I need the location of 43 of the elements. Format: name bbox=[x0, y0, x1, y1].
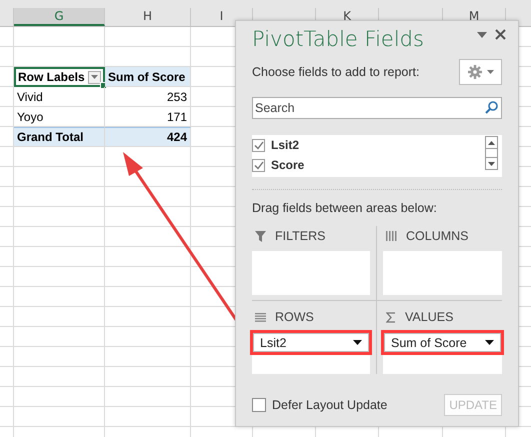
filter-dropdown-button[interactable] bbox=[88, 70, 101, 84]
scroll-thumb[interactable] bbox=[485, 149, 498, 157]
instruction-text: Drag fields between areas below: bbox=[252, 201, 438, 215]
area-label: VALUES bbox=[405, 310, 454, 324]
table-cell: Grand Total bbox=[14, 127, 105, 147]
gear-icon bbox=[468, 65, 482, 79]
table-cell: 424 bbox=[105, 127, 191, 147]
panel-title: PivotTable Fields bbox=[252, 27, 424, 51]
search-icon bbox=[485, 101, 498, 114]
caret-icon bbox=[485, 340, 494, 345]
drop-area[interactable]: Sum of Score bbox=[383, 330, 502, 374]
caret-icon bbox=[90, 75, 98, 79]
dropdown-icon[interactable] bbox=[475, 30, 489, 40]
filter-icon bbox=[255, 230, 266, 242]
area-label: COLUMNS bbox=[406, 229, 469, 243]
field-name[interactable]: Score bbox=[271, 158, 304, 172]
table-cell: Sum of Score bbox=[105, 67, 191, 87]
column-header[interactable]: H bbox=[105, 8, 191, 26]
instruction-text: Choose fields to add to report: bbox=[252, 65, 420, 79]
sigma-icon bbox=[386, 312, 396, 322]
close-icon[interactable] bbox=[493, 27, 508, 42]
table-cell: Row Labels bbox=[18, 70, 85, 84]
settings-button[interactable] bbox=[459, 59, 502, 85]
caret-icon bbox=[486, 70, 494, 74]
table-cell: Vivid bbox=[14, 87, 105, 107]
checkbox-label: Defer Layout Update bbox=[272, 398, 388, 412]
table-cell: 253 bbox=[105, 87, 191, 107]
columns-icon bbox=[386, 231, 397, 241]
caret-icon bbox=[353, 340, 362, 345]
scroll-down-icon[interactable] bbox=[485, 157, 498, 170]
field-dropdown[interactable]: Lsit2 bbox=[253, 333, 369, 352]
area-label: FILTERS bbox=[275, 229, 326, 243]
search-field[interactable]: Search bbox=[252, 97, 502, 119]
column-header[interactable]: G bbox=[14, 8, 105, 26]
rows-icon bbox=[255, 312, 266, 322]
checkbox[interactable] bbox=[252, 138, 265, 152]
checkbox[interactable] bbox=[252, 158, 265, 172]
area-label: ROWS bbox=[275, 310, 314, 324]
checkbox[interactable] bbox=[252, 398, 266, 412]
scroll-up-icon[interactable] bbox=[485, 136, 498, 149]
drop-area[interactable]: Lsit2 bbox=[252, 330, 370, 374]
field-name[interactable]: Lsit2 bbox=[271, 138, 300, 152]
field-dropdown[interactable]: Sum of Score bbox=[384, 333, 501, 352]
